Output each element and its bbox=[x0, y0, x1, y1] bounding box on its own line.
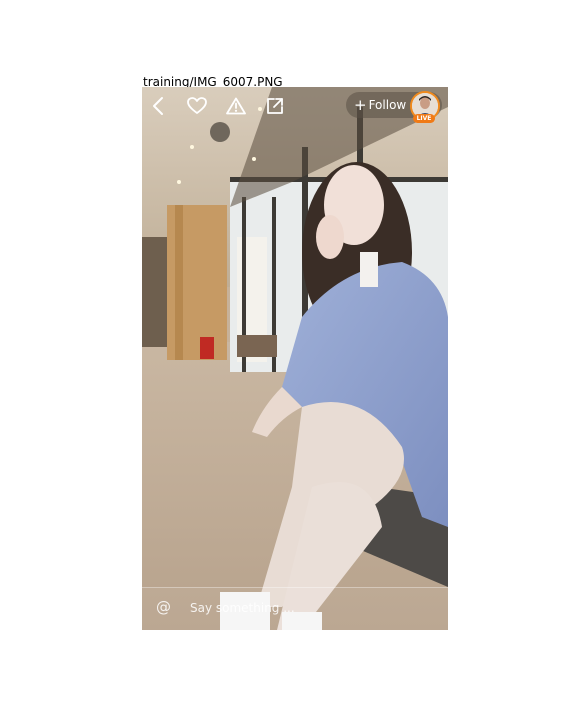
back-button[interactable] bbox=[148, 95, 170, 117]
follow-label: Follow bbox=[368, 98, 407, 112]
plus-icon: + bbox=[354, 95, 367, 114]
mention-icon[interactable]: @ bbox=[156, 598, 171, 616]
comment-bar: @ bbox=[142, 587, 448, 630]
report-button[interactable] bbox=[225, 95, 247, 117]
stream-video bbox=[142, 87, 448, 630]
share-icon bbox=[267, 98, 283, 114]
comment-input[interactable] bbox=[190, 596, 430, 620]
live-badge: LIVE bbox=[413, 114, 435, 123]
like-button[interactable] bbox=[186, 95, 208, 117]
warning-triangle-icon bbox=[226, 97, 246, 115]
share-button[interactable] bbox=[264, 95, 286, 117]
chevron-left-icon bbox=[153, 97, 163, 115]
top-toolbar: + Follow LIVE bbox=[142, 87, 448, 127]
heart-icon bbox=[187, 97, 207, 114]
live-stream-screen: + Follow LIVE @ bbox=[142, 87, 448, 630]
